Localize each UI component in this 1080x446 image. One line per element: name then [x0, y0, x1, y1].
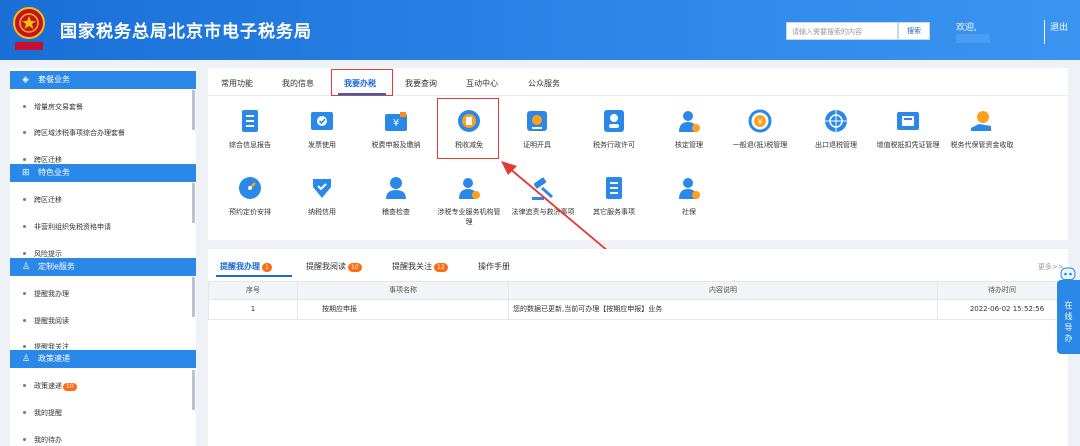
- sidebar-section-title: 特色业务: [38, 168, 70, 177]
- sidebar-item[interactable]: 我的提醒: [10, 408, 190, 418]
- refund-cycle-icon: ¥: [748, 109, 772, 133]
- username-redacted: [956, 34, 990, 43]
- admin-permit-icon: [604, 110, 624, 132]
- sidebar-section-package[interactable]: ◈ 套餐业务: [10, 71, 196, 89]
- active-tab-indicator: [216, 275, 292, 277]
- sidebar-item[interactable]: 我的待办: [10, 435, 190, 443]
- layers-icon: ◈: [22, 75, 29, 85]
- person-gear-icon: [679, 111, 700, 132]
- agency-icon: [459, 178, 480, 199]
- column-header: 待办时间: [937, 281, 1067, 300]
- column-header: 内容说明: [508, 281, 938, 300]
- highlight-box: [437, 98, 499, 159]
- sidebar-item[interactable]: 跨区迁移: [10, 155, 190, 163]
- user-icon: ♙: [22, 262, 31, 272]
- doc-report-icon: [242, 110, 258, 132]
- social-security-icon: [679, 178, 700, 199]
- sidebar-item-policy[interactable]: 政策速递 10: [10, 381, 190, 391]
- invoice-icon: [311, 112, 333, 130]
- reminder-panel: [208, 249, 1068, 446]
- guide-char: 办: [1064, 334, 1073, 343]
- service-label: 涉税专业服务机构管理: [437, 208, 501, 226]
- table-cell-time: 2022-06-02 15:52:56: [937, 300, 1067, 320]
- count-badge: 10: [348, 263, 362, 272]
- sidebar-section-title: 套餐业务: [38, 75, 70, 84]
- count-badge: 1: [262, 263, 272, 272]
- tab-common[interactable]: 常用功能: [221, 78, 253, 89]
- sidebar-item[interactable]: 提醒我关注: [10, 342, 190, 349]
- sidebar-item[interactable]: 跨区迁移: [10, 195, 190, 205]
- online-guide-button[interactable]: 在 线 导 办: [1057, 280, 1080, 354]
- highlight-box: [331, 69, 393, 96]
- sidebar-scrollbar[interactable]: [192, 277, 195, 317]
- welcome-text: 欢迎,: [956, 23, 977, 33]
- column-header: 事项名称: [297, 281, 509, 300]
- tab-my-info[interactable]: 我的信息: [282, 78, 314, 89]
- sidebar-section-title: 定制e服务: [38, 262, 75, 271]
- service-custody-fund[interactable]: 税务代保管资金收取: [936, 108, 1028, 150]
- sidebar-section-custom[interactable]: ♙ 定制e服务: [10, 258, 196, 276]
- tab-remind-read[interactable]: 提醒我阅读 10: [306, 261, 362, 272]
- sidebar-item[interactable]: 风险提示: [10, 249, 190, 257]
- service-label: 税务代保管资金收取: [950, 141, 1014, 149]
- export-refund-icon: [825, 110, 847, 132]
- guide-char: 线: [1064, 312, 1073, 321]
- hand-bag-icon: [971, 111, 991, 131]
- table-cell-no: 1: [208, 300, 298, 320]
- svg-text:¥: ¥: [757, 118, 762, 127]
- sidebar-item-label: 政策速递: [34, 382, 62, 390]
- tab-remind-follow[interactable]: 提醒我关注 12: [392, 261, 448, 272]
- count-badge: 10: [63, 383, 77, 391]
- sidebar-section-title: 政策速递: [38, 354, 70, 363]
- sidebar-section-policy[interactable]: ♙ 政策速递: [10, 350, 196, 368]
- tab-label: 提醒我阅读: [306, 262, 346, 271]
- tab-remind-handle[interactable]: 提醒我办理 1: [220, 261, 272, 272]
- tab-public-service[interactable]: 公众服务: [528, 78, 560, 89]
- tax-emblem-logo: [13, 7, 45, 50]
- table-cell-desc: 您的数据已更新,当前可办理【按期应申报】业务: [508, 300, 938, 320]
- tab-label: 提醒我关注: [392, 262, 432, 271]
- sidebar-section-feature[interactable]: ⊞ 特色业务: [10, 164, 196, 182]
- certificate-icon: [527, 111, 547, 131]
- credit-shield-icon: [313, 179, 331, 198]
- assistant-robot-icon: [1060, 267, 1076, 285]
- user-icon: ♙: [22, 354, 31, 364]
- service-social-security[interactable]: 社保: [643, 175, 735, 217]
- sidebar-item[interactable]: 非营利组织免税资格申请: [10, 222, 190, 232]
- tab-manual[interactable]: 操作手册: [478, 261, 510, 272]
- inspector-icon: [386, 177, 406, 199]
- service-label: 社保: [682, 208, 696, 216]
- gauge-icon: [239, 177, 261, 199]
- service-label: 增值税抵扣凭证管理: [876, 141, 940, 149]
- grid-icon: ⊞: [22, 168, 30, 178]
- tab-label: 提醒我办理: [220, 262, 260, 271]
- sidebar-scrollbar[interactable]: [192, 370, 195, 410]
- vat-voucher-icon: [897, 112, 919, 130]
- sidebar-item[interactable]: 提醒我阅读: [10, 316, 190, 326]
- header-divider: [1044, 20, 1045, 44]
- guide-char: 导: [1064, 323, 1073, 332]
- count-badge: 12: [434, 263, 448, 272]
- sidebar-item[interactable]: 增量房交易套餐: [10, 102, 190, 112]
- tab-interaction[interactable]: 互动中心: [466, 78, 498, 89]
- sidebar-item[interactable]: 跨区域涉税事项综合办理套餐: [10, 128, 190, 138]
- service-label: 一般退(抵)税管理: [732, 141, 788, 149]
- sidebar-scrollbar[interactable]: [192, 90, 195, 130]
- search-input[interactable]: 请输入需要搜索的内容: [786, 22, 898, 40]
- tab-query[interactable]: 我要查询: [405, 78, 437, 89]
- table-cell-name[interactable]: 按期应申报: [297, 300, 509, 320]
- sidebar-scrollbar[interactable]: [192, 183, 195, 223]
- column-header: 序号: [208, 281, 298, 300]
- guide-char: 在: [1064, 301, 1073, 310]
- svg-text:¥: ¥: [393, 118, 399, 129]
- search-button[interactable]: 搜索: [898, 22, 930, 40]
- logout-button[interactable]: 退出: [1050, 20, 1068, 33]
- sidebar-item[interactable]: 提醒我办理: [10, 289, 190, 299]
- site-title: 国家税务总局北京市电子税务局: [60, 22, 312, 42]
- wallet-yen-icon: ¥: [385, 112, 407, 131]
